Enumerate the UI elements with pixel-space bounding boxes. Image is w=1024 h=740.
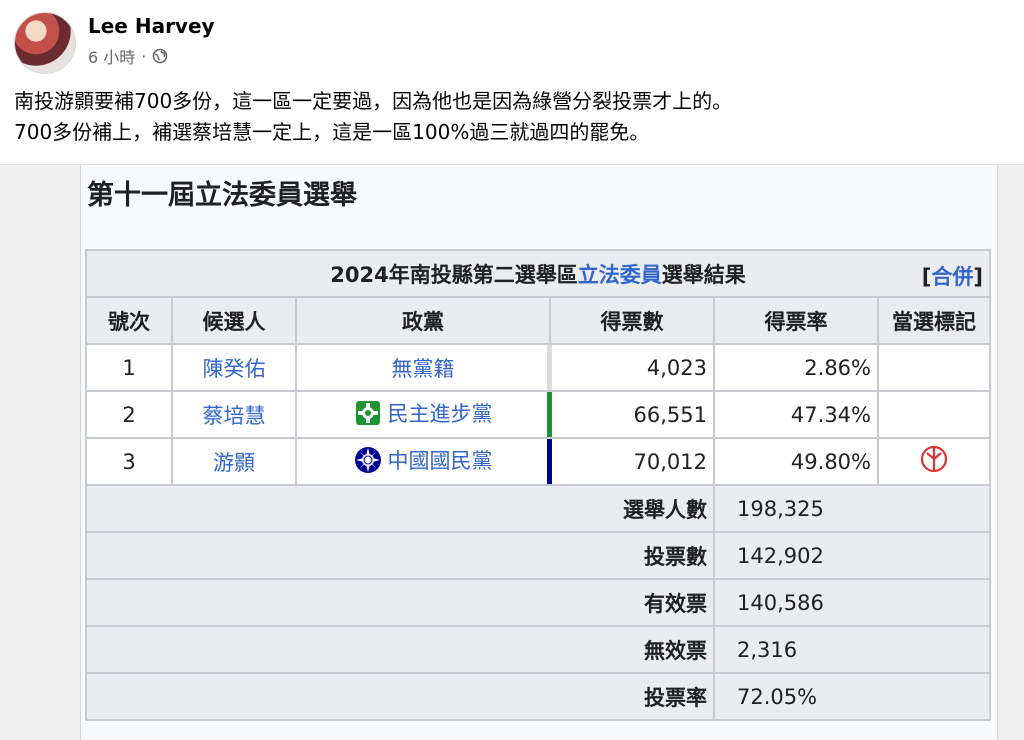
table-row: 3 游顥 中國國民黨 70,012 49.80%: [85, 437, 991, 486]
elected-mark-cell: [877, 437, 991, 486]
candidate-name-link[interactable]: 蔡培慧: [171, 390, 297, 439]
caption-title: 2024年南投縣第二選舉區立法委員選舉結果: [330, 263, 745, 287]
candidate-number: 2: [85, 390, 173, 439]
caption-suffix: 選舉結果: [661, 262, 746, 287]
votes-cell: 4,023: [548, 343, 715, 392]
elected-mark-cell: [877, 390, 991, 439]
summary-label: 無效票: [85, 625, 715, 674]
elected-mark-cell: [877, 343, 991, 392]
merge-link[interactable]: 合併: [931, 265, 973, 289]
legislator-link[interactable]: 立法委員: [578, 263, 662, 287]
post-line: 700多份補上，補選蔡培慧一定上，這是一區100%過三就過四的罷免。: [14, 120, 650, 144]
header-candidate: 候選人: [171, 296, 297, 345]
summary-row: 投票率 72.05%: [85, 672, 991, 721]
avatar[interactable]: [14, 12, 76, 74]
percentage-cell: 49.80%: [713, 437, 879, 486]
summary-label: 有效票: [85, 578, 715, 627]
header-party: 政黨: [295, 296, 551, 345]
candidate-number: 1: [85, 343, 173, 392]
summary-label: 投票率: [85, 672, 715, 721]
meta-separator: ·: [141, 46, 147, 66]
post-time[interactable]: 6 小時: [88, 44, 135, 68]
post-meta: 6 小時 ·: [88, 44, 168, 68]
merge-bracket-close: ]: [973, 265, 983, 289]
dpp-logo-icon: [355, 400, 380, 425]
header-votes: 得票數: [549, 296, 715, 345]
votes-cell: 66,551: [548, 390, 715, 439]
summary-value: 2,316: [713, 625, 991, 674]
header-percentage: 得票率: [713, 296, 879, 345]
percentage-cell: 47.34%: [713, 390, 879, 439]
summary-label: 選舉人數: [85, 484, 715, 533]
header-elected-mark: 當選標記: [877, 296, 991, 345]
table-row: 1 陳癸佑 無黨籍 4,023 2.86%: [85, 343, 991, 392]
party-cell: 無黨籍: [295, 343, 551, 392]
table-header-row: 號次 候選人 政黨 得票數 得票率 當選標記: [85, 296, 991, 345]
election-results-table: 2024年南投縣第二選舉區立法委員選舉結果 [合併] 號次 候選人 政黨 得票數…: [85, 249, 991, 721]
party-link[interactable]: 民主進步黨: [388, 398, 493, 428]
globe-icon[interactable]: [152, 48, 168, 64]
candidate-name-link[interactable]: 陳癸佑: [171, 343, 297, 392]
table-caption: 2024年南投縣第二選舉區立法委員選舉結果 [合併]: [85, 249, 991, 298]
author-name[interactable]: Lee Harvey: [88, 14, 215, 38]
summary-value: 140,586: [713, 578, 991, 627]
post-image[interactable]: 第十一屆立法委員選舉 2024年南投縣第二選舉區立法委員選舉結果 [合併] 號次…: [0, 164, 1024, 740]
caption-prefix: 2024年南投縣第二選舉區: [330, 262, 578, 287]
table-row: 2 蔡培慧 民主進步黨 66,551 47.34%: [85, 390, 991, 439]
post-header: Lee Harvey 6 小時 ·: [14, 10, 1004, 74]
merge-control: [合併]: [922, 261, 983, 291]
party-link[interactable]: 中國國民黨: [388, 445, 493, 475]
candidate-name-link[interactable]: 游顥: [171, 437, 297, 486]
kmt-logo-icon: [354, 446, 381, 473]
section-title: 第十一屆立法委員選舉: [87, 180, 357, 211]
percentage-cell: 2.86%: [713, 343, 879, 392]
party-cell: 民主進步黨: [295, 390, 551, 439]
summary-row: 選舉人數 198,325: [85, 484, 991, 533]
summary-row: 投票數 142,902: [85, 531, 991, 580]
post-text: 南投游顥要補700多份，這一區一定要過，因為他也是因為綠營分裂投票才上的。 70…: [14, 86, 1004, 148]
summary-value: 142,902: [713, 531, 991, 580]
summary-row: 無效票 2,316: [85, 625, 991, 674]
elected-mark-icon: [920, 445, 948, 473]
post-line: 南投游顥要補700多份，這一區一定要過，因為他也是因為綠營分裂投票才上的。: [14, 89, 733, 113]
votes-cell: 70,012: [548, 437, 715, 486]
summary-row: 有效票 140,586: [85, 578, 991, 627]
summary-value: 72.05%: [713, 672, 991, 721]
summary-value: 198,325: [713, 484, 991, 533]
header-number: 號次: [85, 296, 173, 345]
wiki-screenshot: 第十一屆立法委員選舉 2024年南投縣第二選舉區立法委員選舉結果 [合併] 號次…: [80, 165, 998, 740]
summary-label: 投票數: [85, 531, 715, 580]
candidate-number: 3: [85, 437, 173, 486]
party-link[interactable]: 無黨籍: [392, 353, 455, 383]
merge-bracket-open: [: [921, 265, 932, 289]
party-cell: 中國國民黨: [295, 437, 551, 486]
table-caption-row: 2024年南投縣第二選舉區立法委員選舉結果 [合併]: [85, 249, 991, 298]
